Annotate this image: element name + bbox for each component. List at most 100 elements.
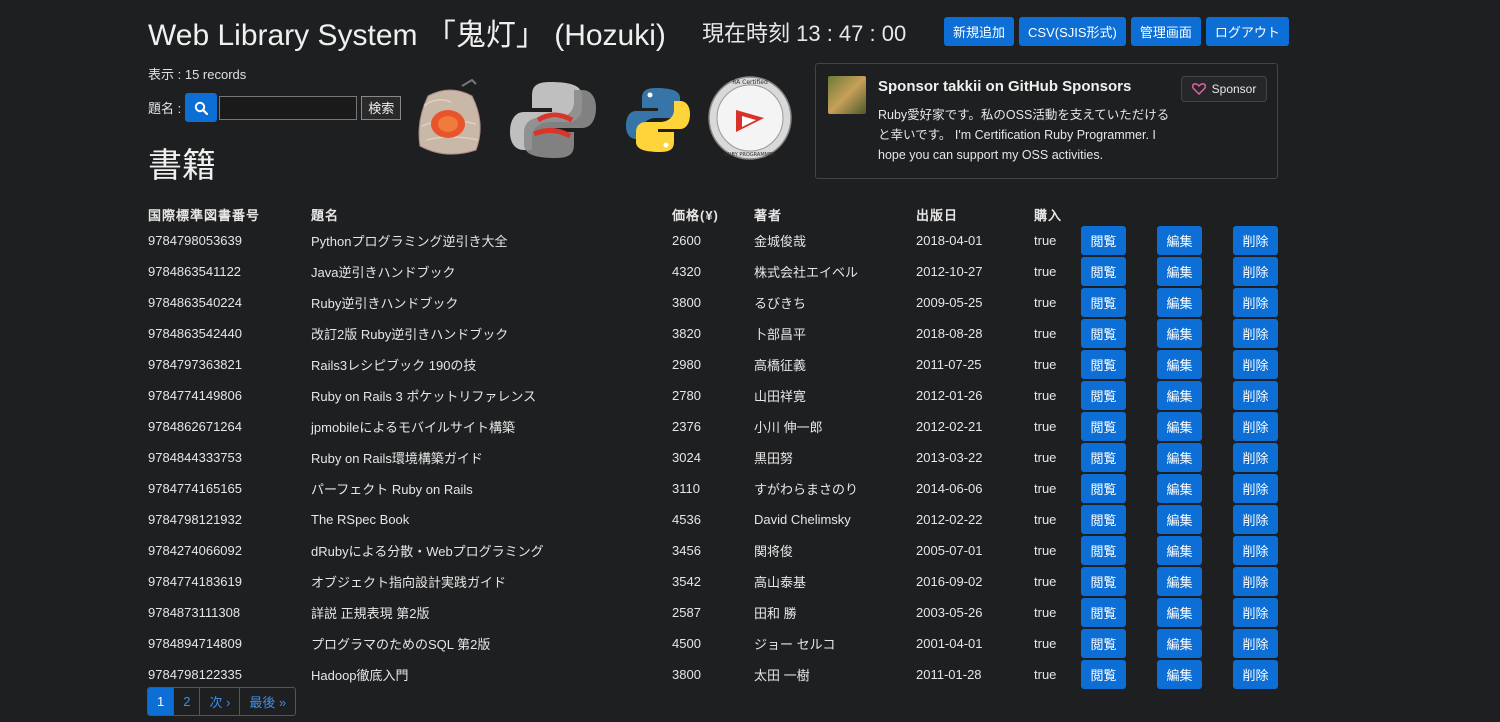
sponsor-description: Ruby愛好家です。私のOSS活動を支えていただけると幸いです。 I'm Cer… [878, 108, 1170, 162]
edit-button[interactable]: 編集 [1157, 226, 1202, 255]
edit-button[interactable]: 編集 [1157, 288, 1202, 317]
csv-export-button[interactable]: CSV(SJIS形式) [1019, 17, 1126, 46]
sponsor-card: Sponsor takkii on GitHub Sponsors Ruby愛好… [815, 63, 1278, 179]
view-button[interactable]: 閲覧 [1081, 257, 1126, 286]
edit-button[interactable]: 編集 [1157, 350, 1202, 379]
view-button[interactable]: 閲覧 [1081, 567, 1126, 596]
delete-button[interactable]: 削除 [1233, 350, 1278, 379]
edit-button[interactable]: 編集 [1157, 567, 1202, 596]
col-title: 題名 [311, 207, 340, 223]
published-cell: 2014-06-06 [916, 481, 983, 496]
table-row: 9784797363821 Rails3レシピブック 190の技 2980 高橋征義 2… [148, 349, 1278, 380]
next-page-link[interactable]: 次 › [199, 688, 239, 715]
col-purchased: 購入 [1034, 207, 1063, 223]
view-button[interactable]: 閲覧 [1081, 226, 1126, 255]
title-cell: プログラマのためのSQL 第2版 [311, 637, 491, 652]
author-cell: 山田祥寛 [754, 389, 807, 404]
edit-button[interactable]: 編集 [1157, 257, 1202, 286]
edit-button[interactable]: 編集 [1157, 412, 1202, 441]
delete-button[interactable]: 削除 [1233, 226, 1278, 255]
isbn-cell: 9784863541122 [148, 264, 242, 279]
delete-button[interactable]: 削除 [1233, 288, 1278, 317]
add-new-button[interactable]: 新規追加 [944, 17, 1015, 46]
edit-button[interactable]: 編集 [1157, 443, 1202, 472]
author-cell: るびきち [754, 296, 807, 311]
title-cell: jpmobileによるモバイルサイト構築 [311, 420, 516, 435]
view-button[interactable]: 閲覧 [1081, 288, 1126, 317]
isbn-cell: 9784894714809 [148, 636, 242, 651]
hozuki-lantern-logo [418, 78, 481, 155]
delete-button[interactable]: 削除 [1233, 505, 1278, 534]
page-1-link[interactable]: 1 [148, 688, 174, 715]
edit-button[interactable]: 編集 [1157, 629, 1202, 658]
isbn-cell: 9784774165165 [148, 481, 242, 496]
sponsor-button[interactable]: Sponsor [1181, 76, 1267, 102]
table-row: 9784774165165 パーフェクト Ruby on Rails 3110 すがわ… [148, 473, 1278, 504]
search-submit-button[interactable]: 検索 [361, 95, 402, 120]
title-cell: Pythonプログラミング逆引き大全 [311, 234, 508, 249]
edit-button[interactable]: 編集 [1157, 660, 1202, 689]
delete-button[interactable]: 削除 [1233, 598, 1278, 627]
delete-button[interactable]: 削除 [1233, 660, 1278, 689]
view-button[interactable]: 閲覧 [1081, 598, 1126, 627]
title-search-input[interactable] [219, 95, 358, 120]
view-button[interactable]: 閲覧 [1081, 412, 1126, 441]
view-button[interactable]: 閲覧 [1081, 536, 1126, 565]
isbn-cell: 9784274066092 [148, 543, 242, 558]
price-cell: 2600 [672, 233, 701, 248]
title-cell: Ruby on Rails環境構築ガイド [311, 451, 483, 466]
delete-button[interactable]: 削除 [1233, 567, 1278, 596]
delete-button[interactable]: 削除 [1233, 381, 1278, 410]
edit-button[interactable]: 編集 [1157, 381, 1202, 410]
purchased-cell: true [1034, 357, 1057, 372]
price-cell: 2587 [672, 605, 701, 620]
edit-button[interactable]: 編集 [1157, 505, 1202, 534]
purchased-cell: true [1034, 419, 1057, 434]
admin-button[interactable]: 管理画面 [1130, 17, 1201, 46]
logout-button[interactable]: ログアウト [1205, 17, 1289, 46]
delete-button[interactable]: 削除 [1233, 319, 1278, 348]
search-icon[interactable] [185, 93, 218, 122]
view-button[interactable]: 閲覧 [1081, 505, 1126, 534]
view-button[interactable]: 閲覧 [1081, 660, 1126, 689]
delete-button[interactable]: 削除 [1233, 474, 1278, 503]
last-page-link[interactable]: 最後 » [239, 688, 295, 715]
view-button[interactable]: 閲覧 [1081, 474, 1126, 503]
isbn-cell: 9784798122335 [148, 667, 242, 682]
delete-button[interactable]: 削除 [1233, 536, 1278, 565]
title-cell: Rails3レシピブック 190の技 [311, 358, 477, 373]
edit-button[interactable]: 編集 [1157, 319, 1202, 348]
table-header-row: 国際標準図書番号 題名 価格(¥) 著者 出版日 購入 [148, 203, 1278, 225]
view-button[interactable]: 閲覧 [1081, 381, 1126, 410]
author-cell: 株式会社エイベル [754, 265, 859, 280]
purchased-cell: true [1034, 667, 1057, 682]
author-cell: 関将俊 [754, 544, 794, 559]
edit-button[interactable]: 編集 [1157, 536, 1202, 565]
title-cell: Hadoop徹底入門 [311, 668, 409, 683]
delete-button[interactable]: 削除 [1233, 412, 1278, 441]
author-cell: ジョー セルコ [754, 637, 836, 652]
purchased-cell: true [1034, 233, 1057, 248]
delete-button[interactable]: 削除 [1233, 629, 1278, 658]
view-button[interactable]: 閲覧 [1081, 443, 1126, 472]
page-2-link[interactable]: 2 [173, 688, 199, 715]
purchased-cell: true [1034, 295, 1057, 310]
col-published: 出版日 [916, 207, 959, 223]
ruby-certified-badge: RA Certified RUBY PROGRAMMER [708, 76, 792, 160]
delete-button[interactable]: 削除 [1233, 257, 1278, 286]
sponsor-title: Sponsor takkii on GitHub Sponsors [878, 78, 1132, 95]
edit-button[interactable]: 編集 [1157, 474, 1202, 503]
edit-button[interactable]: 編集 [1157, 598, 1202, 627]
pagination: 1 2 次 › 最後 » [147, 687, 297, 716]
isbn-cell: 9784873111308 [148, 605, 241, 620]
title-cell: Ruby on Rails 3 ポケットリファレンス [311, 389, 537, 404]
price-cell: 3110 [672, 481, 700, 496]
view-button[interactable]: 閲覧 [1081, 629, 1126, 658]
price-cell: 3542 [672, 574, 701, 589]
price-cell: 3820 [672, 326, 701, 341]
delete-button[interactable]: 削除 [1233, 443, 1278, 472]
isbn-cell: 9784798121932 [148, 512, 242, 527]
view-button[interactable]: 閲覧 [1081, 350, 1126, 379]
author-cell: 田和 勝 [754, 606, 797, 621]
view-button[interactable]: 閲覧 [1081, 319, 1126, 348]
